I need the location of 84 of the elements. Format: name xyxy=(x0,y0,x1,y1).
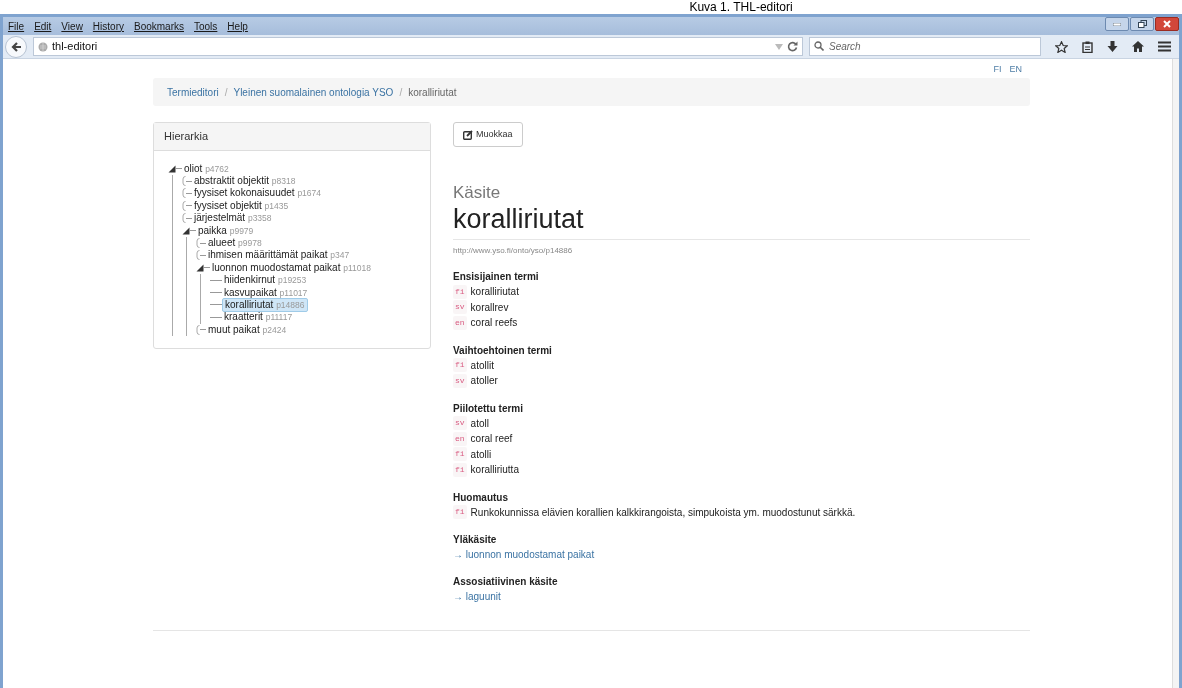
clipboard-icon[interactable] xyxy=(1082,40,1093,53)
tree-item[interactable]: fyysiset kokonaisuudet p1674 xyxy=(192,187,324,200)
tree-item[interactable]: muut paikat p2424 xyxy=(206,323,289,336)
restore-button[interactable] xyxy=(1130,17,1154,31)
back-arrow-icon xyxy=(10,41,22,52)
language-code: fi xyxy=(453,462,467,477)
section-heading: Yläkäsite xyxy=(453,533,498,547)
edit-button[interactable]: Muokkaa xyxy=(453,122,523,147)
restore-icon xyxy=(1137,20,1147,28)
section-heading: Vaihtoehtoinen termi xyxy=(453,343,553,358)
menu-icon[interactable] xyxy=(1158,41,1171,52)
language-code: sv xyxy=(453,300,467,315)
breadcrumb-link[interactable]: Yleinen suomalainen ontologia YSO xyxy=(233,84,394,100)
term-text: atoll xyxy=(470,416,489,431)
menu-item[interactable]: Tools xyxy=(189,18,223,34)
figure-caption: Kuva 1. THL-editori xyxy=(688,0,794,14)
section-heading: Piilotettu termi xyxy=(453,401,524,416)
concept-title: koralliriutat xyxy=(453,203,585,235)
language-code: fi xyxy=(453,447,467,462)
expanded-icon[interactable] xyxy=(168,164,176,173)
language-link[interactable]: EN xyxy=(1009,63,1022,77)
close-icon xyxy=(1163,20,1171,28)
tree-item[interactable]: paikka p9979 xyxy=(196,224,256,237)
menu-item[interactable]: Bookmarks xyxy=(129,18,189,34)
language-code: en xyxy=(453,315,467,330)
language-link[interactable]: FI xyxy=(993,63,1002,77)
breadcrumb-current: koralliriutat xyxy=(408,85,457,100)
term-text: korallrev xyxy=(470,300,509,315)
breadcrumb-separator: / xyxy=(224,85,228,100)
menu-item[interactable]: Edit xyxy=(29,18,57,34)
tree-item[interactable]: fyysiset objektit p1435 xyxy=(192,199,291,212)
address-bar[interactable]: thl-editori xyxy=(33,37,803,56)
search-field[interactable]: Search xyxy=(809,37,1041,56)
breadcrumb-link[interactable]: Termieditori xyxy=(167,84,219,100)
download-icon[interactable] xyxy=(1107,40,1118,53)
back-button[interactable] xyxy=(5,35,27,58)
term-text: atolli xyxy=(470,447,492,462)
language-code: fi xyxy=(453,505,467,520)
close-button[interactable] xyxy=(1155,17,1179,31)
search-icon xyxy=(814,41,824,51)
expanded-icon[interactable] xyxy=(196,263,204,272)
term-text: koralliriutat xyxy=(470,285,519,300)
tree-item[interactable]: järjestelmät p3358 xyxy=(192,212,274,225)
menu-item[interactable]: File xyxy=(3,18,30,34)
tree-item[interactable]: oliot p4762 xyxy=(182,162,231,175)
concept-link[interactable]: → luonnon muodostamat paikat xyxy=(453,547,595,562)
term-text: atollit xyxy=(470,358,494,373)
concept-uri: http://www.yso.fi/onto/yso/p14886 xyxy=(453,245,574,257)
tree-item[interactable]: luonnon muodostamat paikat p11018 xyxy=(210,261,373,274)
language-code: fi xyxy=(453,284,467,299)
globe-icon xyxy=(38,41,48,52)
star-icon[interactable] xyxy=(1055,40,1068,53)
tree-item[interactable]: hiidenkirnut p19253 xyxy=(222,274,309,287)
scrollbar[interactable] xyxy=(1172,59,1179,688)
panel-title: Hierarkia xyxy=(154,123,430,151)
section-heading: Ensisijainen termi xyxy=(453,270,540,284)
tree-item[interactable]: kraatterit p11117 xyxy=(222,311,295,324)
home-icon[interactable] xyxy=(1132,41,1144,52)
term-text: coral reefs xyxy=(470,316,518,331)
section-heading: Assosiatiivinen käsite xyxy=(453,575,559,589)
section-heading: Huomautus xyxy=(453,490,509,505)
language-code: en xyxy=(453,431,467,446)
menu-item[interactable]: Help xyxy=(222,18,253,34)
reload-icon[interactable] xyxy=(787,41,798,52)
menu-item[interactable]: History xyxy=(87,18,129,34)
concept-type: Käsite xyxy=(453,183,502,203)
minimize-icon xyxy=(1113,22,1121,26)
tree-item[interactable]: abstraktit objektit p8318 xyxy=(192,175,298,188)
tree-item[interactable]: koralliriutat p14886 xyxy=(222,298,308,312)
tree-item[interactable]: kasvupaikat p11017 xyxy=(222,286,310,299)
tree-item[interactable]: ihmisen määrittämät paikat p347 xyxy=(206,249,352,262)
term-text: Runkokunnissa elävien korallien kalkkirangoista, simpukoista ym. muodostunut särkkä. xyxy=(470,505,856,520)
language-code: sv xyxy=(453,373,467,388)
term-text: koralliriutta xyxy=(470,463,519,478)
expanded-icon[interactable] xyxy=(182,226,190,235)
menu-item[interactable]: View xyxy=(56,18,88,34)
tree-item[interactable]: alueet p9978 xyxy=(206,237,264,250)
edit-icon xyxy=(463,129,473,140)
concept-link[interactable]: → laguunit xyxy=(453,589,501,604)
term-text: atoller xyxy=(470,374,498,389)
term-text: coral reef xyxy=(470,432,513,447)
language-code: sv xyxy=(453,416,467,431)
breadcrumb-separator: / xyxy=(399,85,403,100)
language-code: fi xyxy=(453,358,467,373)
